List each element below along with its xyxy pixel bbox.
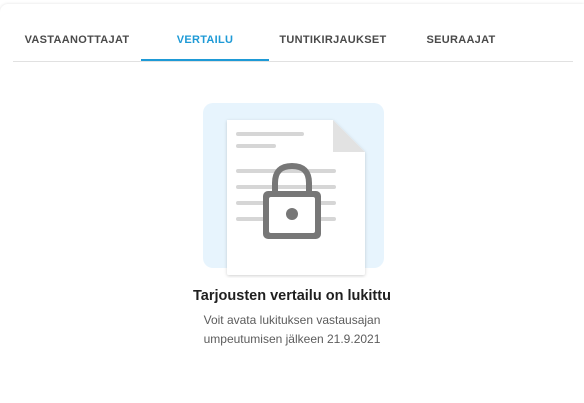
locked-document-icon: [203, 103, 385, 278]
tab-bar: VASTAANOTTAJAT VERTAILU TUNTIKIRJAUKSET …: [13, 20, 573, 62]
tab-vertailu[interactable]: VERTAILU: [141, 20, 269, 61]
tab-tuntikirjaukset[interactable]: TUNTIKIRJAUKSET: [269, 20, 397, 60]
tab-seuraajat[interactable]: SEURAAJAT: [397, 20, 525, 60]
page: VASTAANOTTAJAT VERTAILU TUNTIKIRJAUKSET …: [0, 0, 584, 403]
locked-title: Tarjousten vertailu on lukittu: [193, 288, 391, 304]
locked-description: Voit avata lukituksen vastausajan umpeut…: [0, 311, 584, 349]
locked-description-line-2: umpeutumisen jälkeen 21.9.2021: [203, 332, 381, 346]
tab-vastaanottajat[interactable]: VASTAANOTTAJAT: [13, 20, 141, 60]
locked-description-line-1: Voit avata lukituksen vastausajan: [203, 313, 381, 327]
